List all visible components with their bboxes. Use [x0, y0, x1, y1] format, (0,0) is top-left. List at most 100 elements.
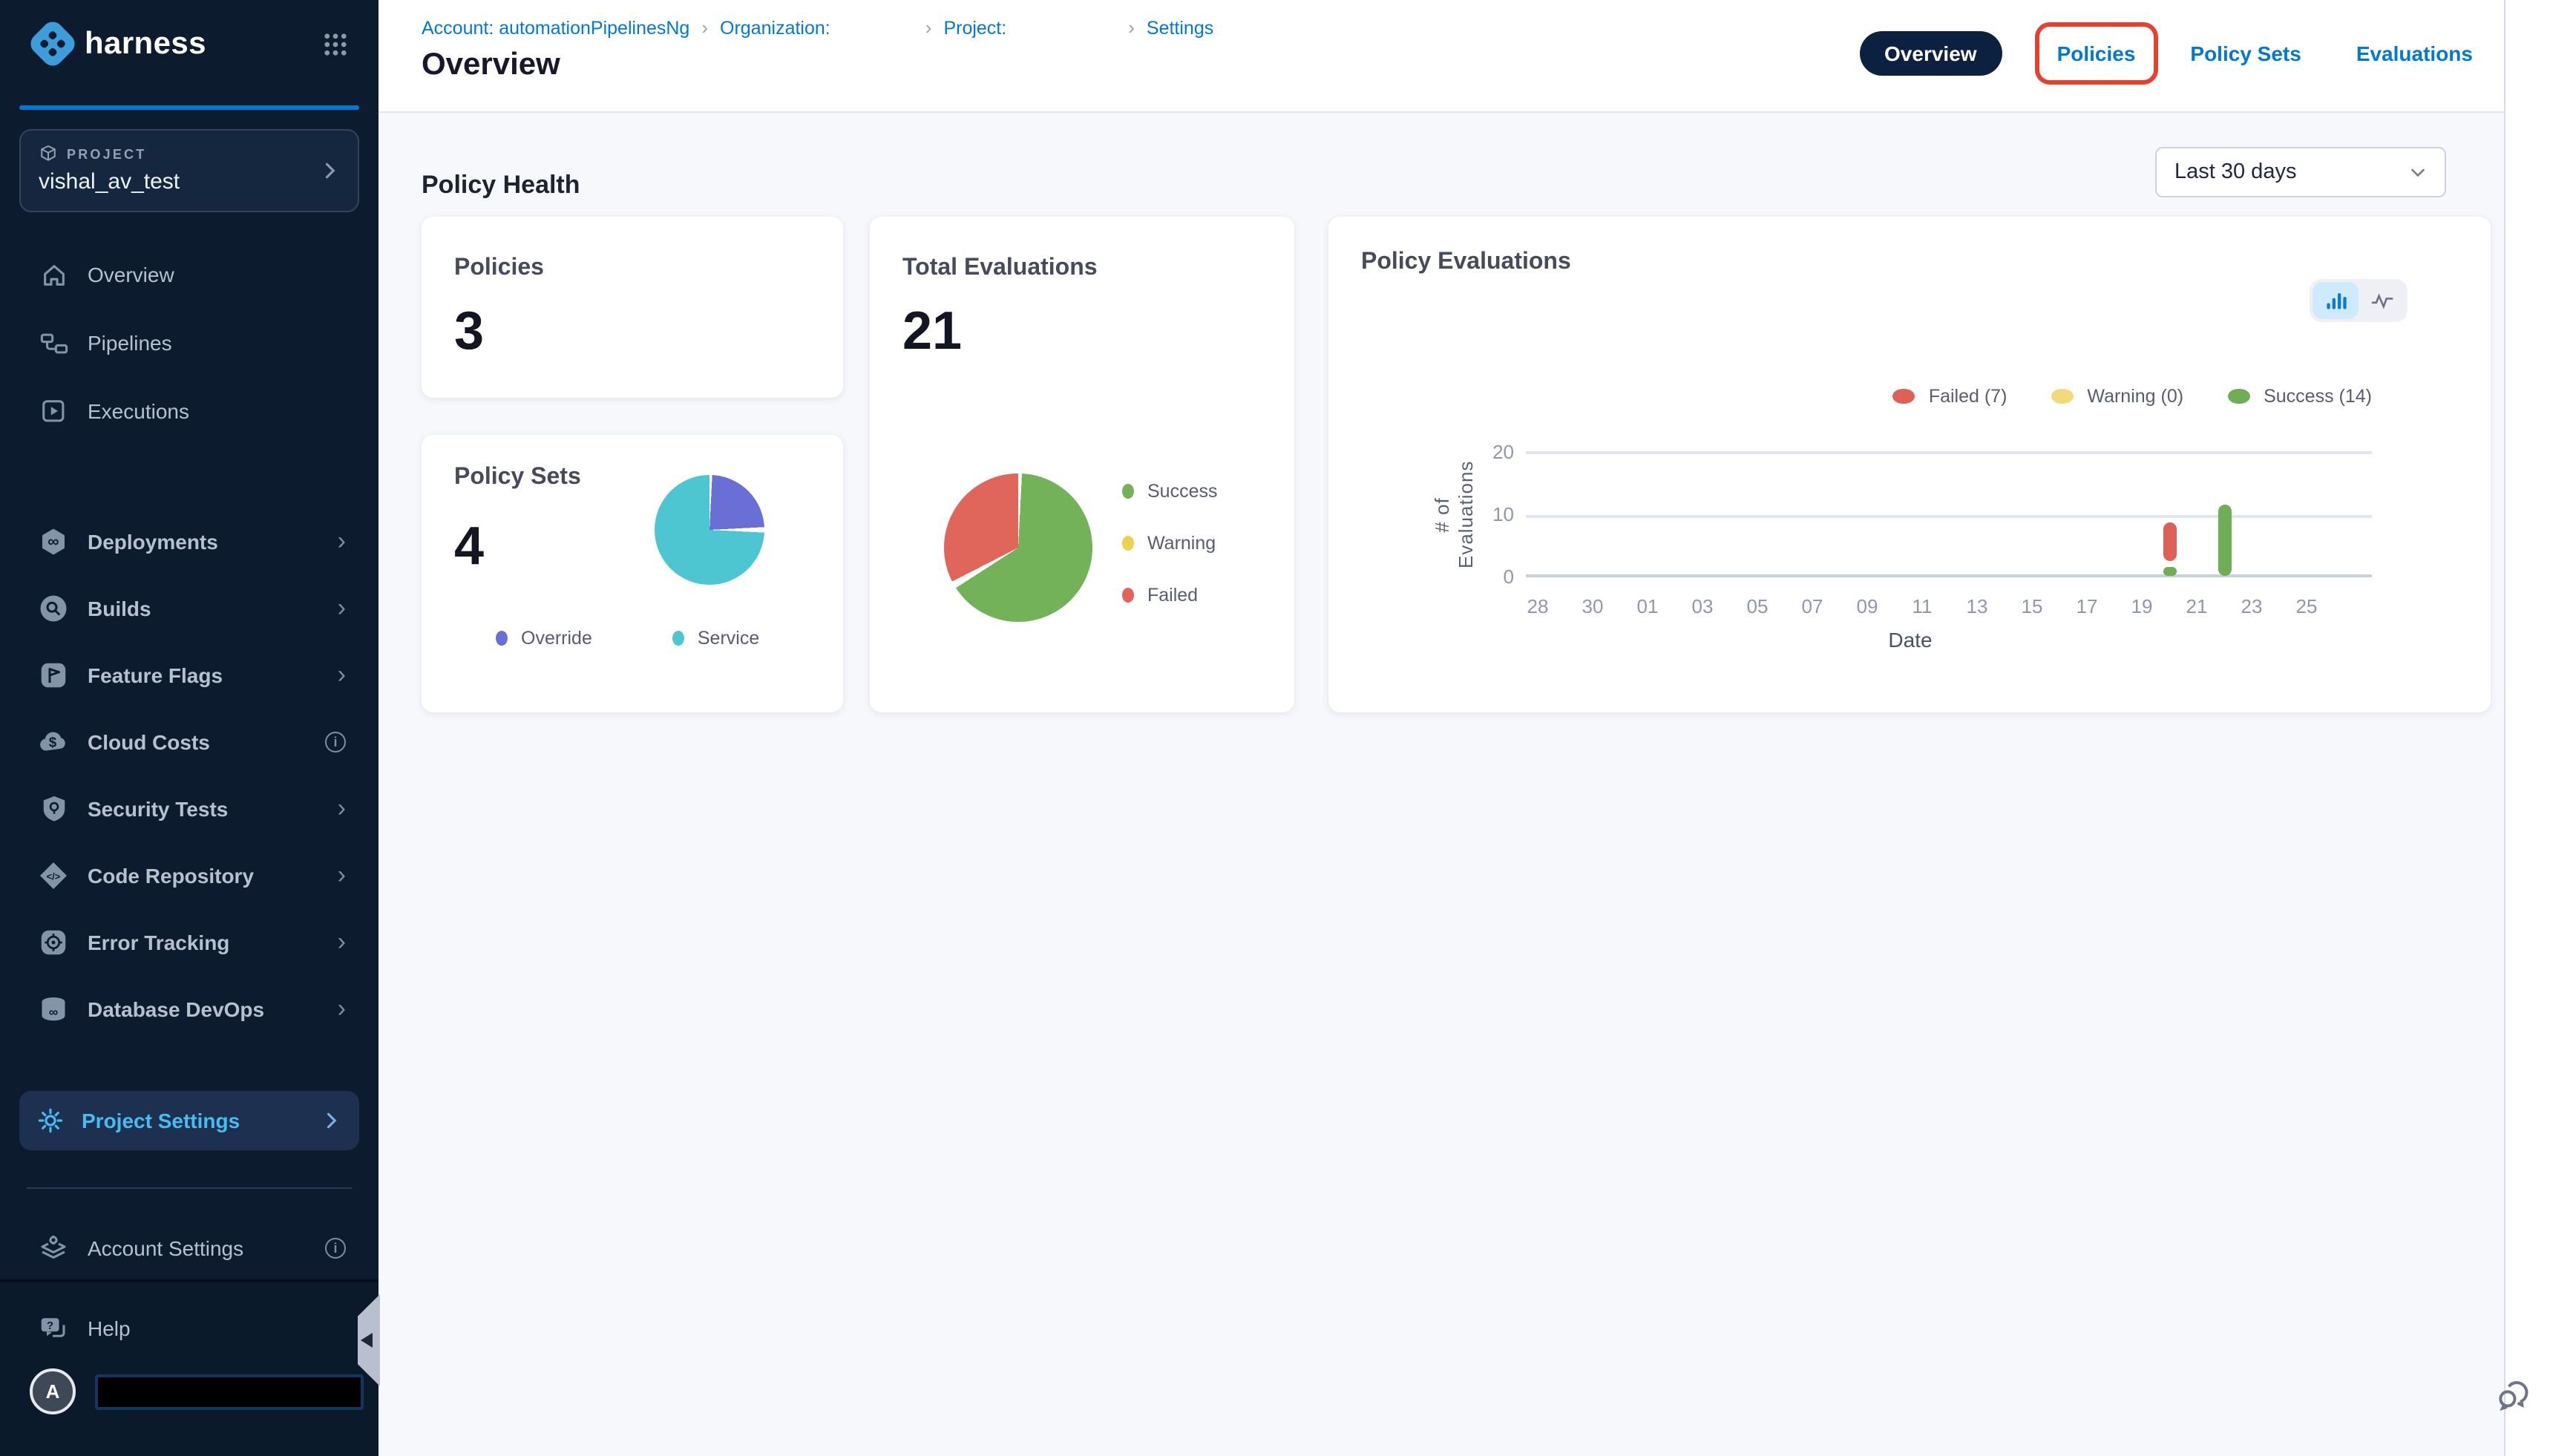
chevron-right-icon: ›	[338, 996, 346, 1021]
card-title: Total Evaluations	[902, 255, 1262, 282]
chevron-right-icon: ›	[338, 929, 346, 954]
legend-item-override[interactable]: Override	[496, 628, 592, 649]
x-tick-label: 15	[2022, 595, 2043, 617]
legend-dot	[2228, 389, 2250, 404]
bar-chart-toggle-button[interactable]	[2313, 282, 2359, 319]
sidebar-divider	[27, 1187, 352, 1189]
card-title: Policy Evaluations	[1361, 249, 2458, 276]
chevron-separator-icon: ›	[1128, 16, 1135, 39]
sidebar-item-error-tracking[interactable]: Error Tracking ›	[0, 908, 378, 975]
policy-evaluations-card: Policy Evaluations Failed (7) Warning (0…	[1328, 217, 2491, 712]
home-icon	[39, 260, 68, 289]
sidebar-item-pipelines[interactable]: Pipelines	[0, 309, 378, 377]
info-icon: i	[325, 1238, 346, 1259]
harness-logo-icon	[33, 24, 73, 64]
sidebar-item-cloud-costs[interactable]: $ Cloud Costs i	[0, 708, 378, 775]
code-repository-icon: </>	[39, 860, 68, 890]
sidebar-item-code-repository[interactable]: </> Code Repository ›	[0, 842, 378, 908]
chevron-right-icon: ›	[338, 662, 346, 687]
svg-text:?: ?	[47, 1319, 53, 1332]
x-tick-label: 30	[1582, 595, 1604, 617]
svg-text:</>: </>	[47, 870, 61, 882]
cube-icon	[39, 144, 58, 163]
x-tick-label: 01	[1637, 595, 1659, 617]
breadcrumb-settings[interactable]: Settings	[1147, 17, 1213, 38]
sidebar-item-executions[interactable]: Executions	[0, 377, 378, 445]
x-tick-label: 21	[2186, 595, 2208, 617]
legend-item-warning[interactable]: Warning (0)	[2051, 386, 2183, 407]
legend-item-failed[interactable]: Failed (7)	[1893, 386, 2007, 407]
sidebar-item-feature-flags[interactable]: Feature Flags ›	[0, 641, 378, 708]
sidebar-item-account-settings[interactable]: Account Settings i	[0, 1214, 378, 1282]
sidebar-item-help[interactable]: ? Help	[0, 1294, 378, 1362]
project-selector[interactable]: PROJECT vishal_av_test	[19, 129, 359, 212]
chevron-down-icon	[2409, 163, 2427, 181]
legend-dot	[1122, 588, 1134, 603]
tab-policies[interactable]: Policies	[2057, 42, 2136, 65]
sidebar-item-security-tests[interactable]: Security Tests ›	[0, 775, 378, 842]
total-evaluations-legend: Success Warning Failed	[1122, 481, 1218, 606]
legend-label: Failed (7)	[1929, 386, 2007, 407]
breadcrumb-organization-value	[842, 20, 914, 35]
main-content: Policy Health Last 30 days Policies 3 Po…	[378, 113, 2504, 1456]
sidebar-item-label: Security Tests	[88, 796, 228, 820]
x-tick-label: 17	[2077, 595, 2098, 617]
breadcrumb-account[interactable]: Account: automationPipelinesNg	[422, 17, 689, 38]
sidebar-item-builds[interactable]: Builds ›	[0, 574, 378, 641]
shield-icon	[39, 793, 68, 823]
line-chart-icon	[2370, 289, 2393, 312]
legend-item-failed[interactable]: Failed	[1122, 585, 1218, 606]
sidebar-item-database-devops[interactable]: ∞ Database DevOps ›	[0, 975, 378, 1042]
legend-item-success[interactable]: Success	[1122, 481, 1218, 502]
executions-icon	[39, 396, 68, 426]
sidebar-item-label: Overview	[88, 263, 174, 286]
x-tick-label: 13	[1967, 595, 1988, 617]
policy-sets-pie-chart	[655, 475, 764, 585]
app-grid-icon[interactable]	[322, 30, 349, 57]
tab-evaluations[interactable]: Evaluations	[2356, 42, 2473, 65]
breadcrumb-project[interactable]: Project:	[943, 17, 1006, 38]
page-header: Account: automationPipelinesNg › Organiz…	[378, 0, 2550, 113]
policies-card: Policies 3	[422, 217, 843, 398]
sidebar-item-label: Deployments	[88, 529, 218, 553]
legend-label: Service	[698, 628, 759, 649]
deployments-icon: ∞	[39, 526, 68, 556]
x-tick-label: 28	[1527, 595, 1549, 617]
legend-item-warning[interactable]: Warning	[1122, 533, 1218, 554]
sidebar-item-deployments[interactable]: ∞ Deployments ›	[0, 508, 378, 574]
sidebar-account-nav: Account Settings i	[0, 1214, 378, 1282]
sidebar-bottom-section: ? Help A	[0, 1279, 378, 1456]
sidebar-item-label: Project Settings	[82, 1109, 240, 1132]
chat-bubbles-icon[interactable]	[2497, 1376, 2532, 1411]
line-chart-toggle-button[interactable]	[2359, 282, 2405, 319]
app: harness PROJECT vishal_av_test	[0, 0, 2550, 1456]
y-axis-label: # of Evaluations	[1380, 433, 1529, 597]
sidebar-item-project-settings[interactable]: Project Settings	[19, 1091, 359, 1150]
legend-item-service[interactable]: Service	[672, 628, 759, 649]
legend-dot	[2051, 389, 2074, 404]
breadcrumb-organization[interactable]: Organization:	[720, 17, 830, 38]
x-axis-ticks: 283001030507091113151719212325	[1526, 595, 2372, 619]
sidebar-item-label: Database DevOps	[88, 997, 264, 1020]
sidebar-item-label: Code Repository	[88, 863, 254, 887]
chevron-right-icon: ›	[338, 862, 346, 888]
bar-segment	[2163, 522, 2176, 560]
section-title: Policy Health	[422, 171, 580, 200]
info-icon: i	[325, 731, 346, 752]
policies-count: 3	[454, 300, 810, 362]
legend-label: Failed	[1147, 585, 1198, 606]
x-tick-label: 07	[1802, 595, 1823, 617]
avatar[interactable]: A	[30, 1368, 76, 1414]
tab-policy-sets[interactable]: Policy Sets	[2190, 42, 2301, 65]
tab-overview[interactable]: Overview	[1859, 31, 2002, 76]
x-tick-label: 03	[1692, 595, 1714, 617]
chart-type-toggle	[2310, 279, 2408, 322]
help-chat-icon: ?	[39, 1314, 68, 1343]
date-range-select[interactable]: Last 30 days	[2155, 147, 2446, 197]
legend-item-success[interactable]: Success (14)	[2228, 386, 2372, 407]
x-tick-label: 09	[1857, 595, 1878, 617]
page-title: Overview	[422, 47, 560, 83]
top-tabs: Overview Policies Policy Sets Evaluation…	[1859, 31, 2473, 76]
sidebar-item-overview[interactable]: Overview	[0, 240, 378, 309]
legend-dot	[1122, 484, 1134, 499]
